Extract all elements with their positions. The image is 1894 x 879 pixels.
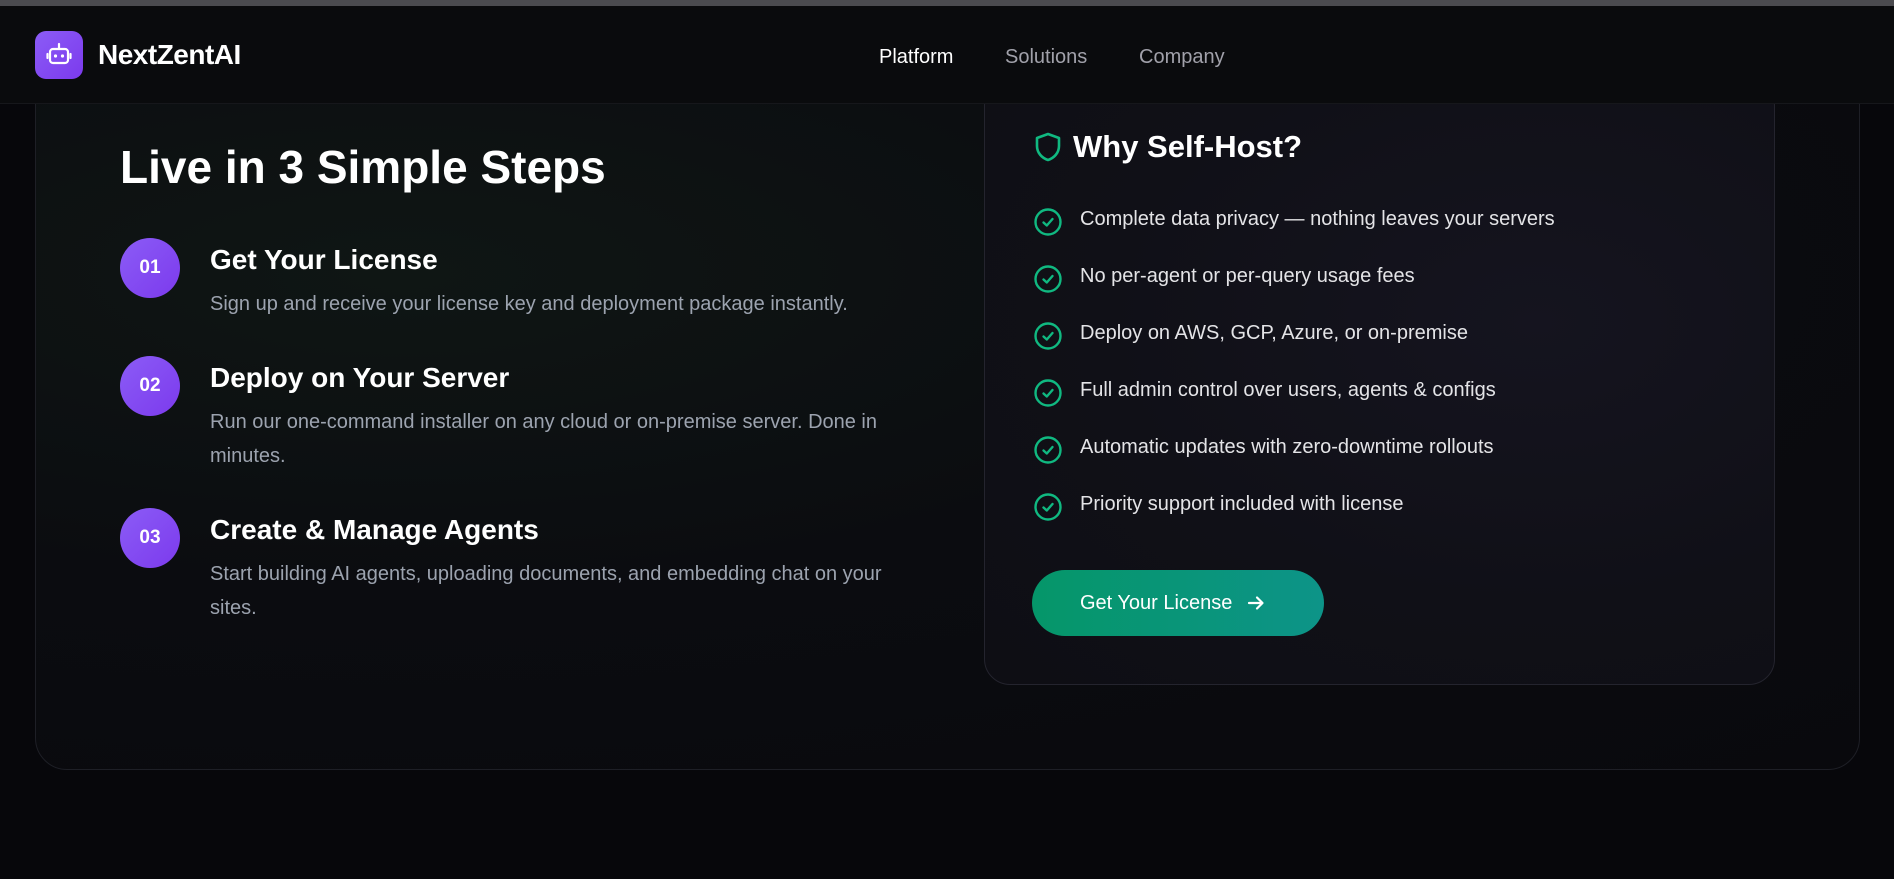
benefit-item: Full admin control over users, agents & … [1080,379,1496,401]
benefit-item: Deploy on AWS, GCP, Azure, or on-premise [1080,322,1468,344]
step-description: Start building AI agents, uploading docu… [210,563,882,619]
steps-heading: Live in 3 Simple Steps [120,141,606,193]
nav-company[interactable]: Company [1139,46,1225,69]
check-circle-icon [1033,492,1063,527]
check-circle-icon [1033,321,1063,356]
benefit-item: Priority support included with license [1080,493,1404,515]
step-number-badge: 01 [120,238,180,298]
check-circle-icon [1033,264,1063,299]
arrow-right-icon [1248,596,1264,610]
step-number-badge: 03 [120,508,180,568]
step-description: Run our one-command installer on any clo… [210,411,878,467]
step-title: Deploy on Your Server [210,362,510,393]
brand-name[interactable]: NextZentAI [98,39,241,71]
top-navigation-bar: NextZentAI Platform Solutions Company [0,6,1894,104]
benefit-item: No per-agent or per-query usage fees [1080,265,1415,287]
benefit-item: Complete data privacy — nothing leaves y… [1080,208,1555,230]
get-license-button[interactable]: Get Your License [1032,570,1324,636]
nav-platform[interactable]: Platform [879,46,953,69]
robot-icon[interactable] [35,31,83,79]
benefit-item: Automatic updates with zero-downtime rol… [1080,436,1494,458]
step-number-badge: 02 [120,356,180,416]
why-self-host-title: Why Self-Host? [1073,129,1303,164]
nav-solutions[interactable]: Solutions [1005,46,1087,69]
check-circle-icon [1033,378,1063,413]
shield-icon [1033,131,1063,168]
check-circle-icon [1033,207,1063,242]
get-license-button-label: Get Your License [1080,591,1233,614]
step-title: Get Your License [210,244,438,275]
step-description: Sign up and receive your license key and… [210,293,848,315]
check-circle-icon [1033,435,1063,470]
step-title: Create & Manage Agents [210,514,539,545]
